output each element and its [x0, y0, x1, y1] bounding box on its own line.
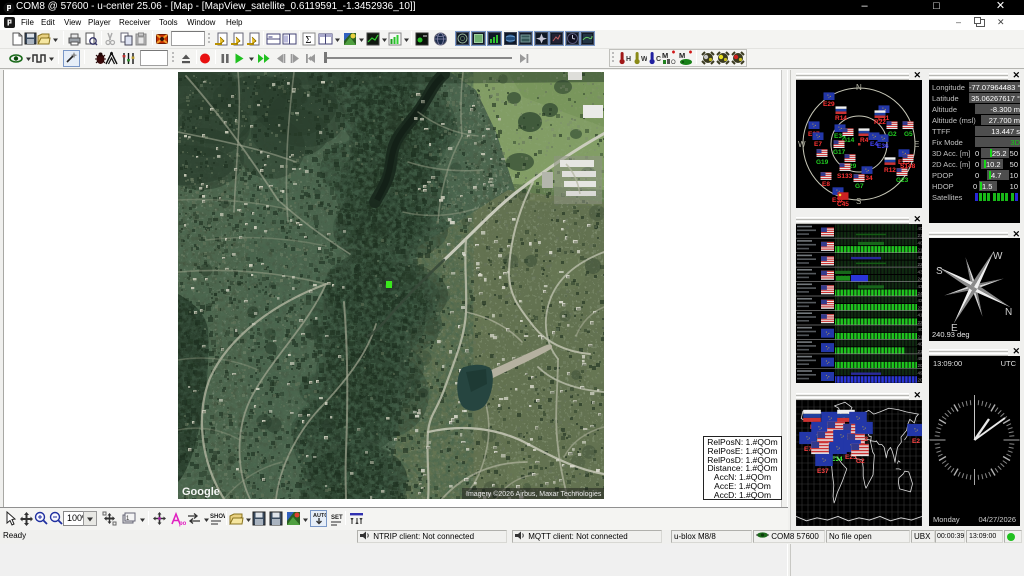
svg-text:M: M [662, 51, 668, 60]
svg-text:R14: R14 [835, 115, 847, 122]
svg-text:R12: R12 [884, 167, 896, 174]
svg-text:pos: pos [179, 521, 186, 527]
svg-text:41: 41 [918, 313, 923, 318]
svg-text:Σ: Σ [306, 35, 312, 46]
svg-text:49: 49 [918, 371, 923, 376]
svg-text:43: 43 [918, 269, 923, 274]
svg-text:M: M [679, 51, 685, 60]
svg-text:G2: G2 [888, 131, 897, 138]
svg-text:W: W [798, 140, 806, 149]
svg-text:40: 40 [918, 226, 923, 231]
svg-text:21: 21 [918, 334, 923, 339]
svg-text:N: N [1005, 307, 1012, 318]
svg-text:G17: G17 [833, 149, 846, 156]
svg-text:21: 21 [918, 248, 923, 253]
svg-text:20: 20 [918, 378, 923, 383]
svg-text:S: S [856, 197, 861, 206]
svg-text:G2: G2 [856, 458, 865, 465]
svg-text:R22: R22 [874, 119, 886, 126]
svg-text:40: 40 [918, 327, 923, 332]
svg-text:20: 20 [918, 363, 923, 368]
svg-text:43: 43 [918, 284, 923, 289]
svg-text:E2: E2 [912, 438, 920, 445]
svg-text:G7: G7 [855, 183, 864, 190]
svg-text:E: E [914, 140, 919, 149]
svg-text:E8: E8 [822, 181, 830, 188]
svg-text:24: 24 [918, 277, 923, 282]
svg-text:G5: G5 [904, 131, 913, 138]
svg-text:SET: SET [331, 515, 343, 521]
svg-text:22: 22 [918, 320, 923, 325]
svg-text:22: 22 [918, 262, 923, 267]
svg-text:21: 21 [918, 233, 923, 238]
svg-text:S133: S133 [837, 173, 853, 180]
svg-text:SHOW: SHOW [210, 514, 225, 520]
svg-text:O: O [671, 60, 676, 66]
svg-text:E36: E36 [877, 143, 889, 150]
svg-text:E7: E7 [814, 141, 822, 148]
svg-text:N: N [856, 83, 862, 92]
svg-text:24: 24 [918, 291, 923, 296]
svg-text:40: 40 [918, 342, 923, 347]
svg-text:G19: G19 [816, 159, 829, 166]
svg-text:E29: E29 [823, 101, 835, 108]
svg-text:E37: E37 [817, 468, 829, 475]
svg-text:49: 49 [918, 356, 923, 361]
svg-text:23: 23 [918, 306, 923, 311]
svg-text:W: W [993, 251, 1003, 262]
svg-text:R4: R4 [860, 137, 869, 144]
svg-text:S: S [936, 266, 943, 277]
svg-text:E7: E7 [804, 446, 812, 453]
svg-text:42: 42 [918, 298, 923, 303]
svg-text:40: 40 [918, 240, 923, 245]
svg-text:G23: G23 [896, 177, 909, 184]
svg-text:C45: C45 [837, 201, 849, 208]
svg-text:Imagery ©2026 Airbus, Maxar Te: Imagery ©2026 Airbus, Maxar Technologies [466, 490, 602, 498]
svg-text:Google: Google [182, 486, 220, 498]
svg-text:41: 41 [918, 255, 923, 260]
svg-text:21: 21 [918, 349, 923, 354]
